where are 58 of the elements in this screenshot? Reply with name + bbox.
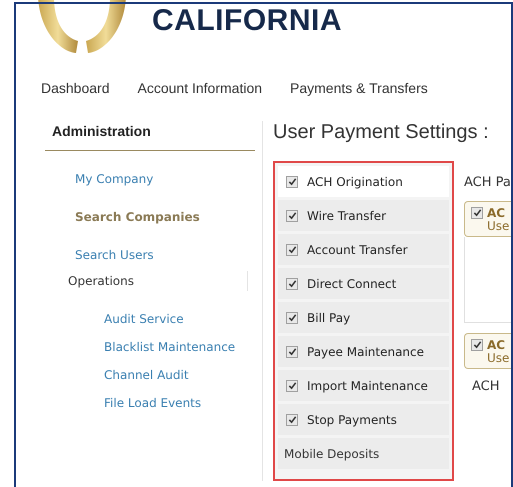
brand-name: CALIFORNIA (152, 2, 342, 38)
payment-type-label: Account Transfer (307, 242, 408, 258)
sidebar-item[interactable]: Blacklist Maintenance (104, 337, 254, 357)
sidebar-item[interactable]: Operations (68, 271, 248, 291)
payment-type-row[interactable]: Stop Payments (278, 404, 449, 435)
card-title: AC (487, 206, 506, 220)
sidebar-title: Administration (45, 121, 255, 151)
checkmark-icon (288, 381, 296, 390)
payment-type-row[interactable]: Import Maintenance (278, 370, 449, 401)
card-title: AC (487, 338, 506, 352)
page-title: User Payment Settings : (273, 120, 490, 145)
payment-type-label: Direct Connect (307, 276, 396, 292)
checkbox[interactable] (286, 176, 298, 188)
checkmark-icon (472, 340, 482, 349)
payment-type-label: Import Maintenance (307, 378, 428, 394)
payment-type-label: Payee Maintenance (307, 344, 424, 360)
sidebar-item[interactable]: Channel Audit (104, 365, 254, 385)
payment-type-row[interactable]: Wire Transfer (278, 200, 449, 231)
section-heading: Mobile Deposits (278, 438, 449, 469)
sidebar-item[interactable]: Search Users (75, 245, 225, 265)
checkmark-icon (288, 415, 296, 424)
sidebar-item[interactable]: Audit Service (104, 309, 254, 329)
nav-link[interactable]: Dashboard (41, 78, 110, 99)
sidebar-item[interactable]: File Load Events (104, 393, 254, 413)
card-subtitle: Use (487, 220, 510, 232)
checkbox[interactable] (286, 346, 298, 358)
checkmark-icon (288, 313, 296, 322)
payment-type-label: ACH Origination (307, 174, 403, 190)
nav-link[interactable]: Account Information (138, 78, 262, 99)
checkmark-icon (288, 245, 296, 254)
payment-type-label: Wire Transfer (307, 208, 386, 224)
payment-type-row[interactable]: Account Transfer (278, 234, 449, 265)
checkbox[interactable] (286, 414, 298, 426)
checkmark-icon (288, 177, 296, 186)
sidebar-item[interactable]: My Company (75, 169, 225, 189)
checkbox[interactable] (286, 278, 298, 290)
checkbox[interactable] (286, 380, 298, 392)
detail-text: ACH (472, 378, 501, 396)
card-subtitle: Use (487, 352, 510, 364)
payment-type-row[interactable]: Bill Pay (278, 302, 449, 333)
logo-icon (36, 0, 128, 55)
payment-type-row[interactable]: Payee Maintenance (278, 336, 449, 367)
checkbox[interactable] (286, 312, 298, 324)
payment-type-row[interactable]: ACH Origination (278, 166, 449, 197)
checkbox[interactable] (286, 244, 298, 256)
checkbox[interactable] (286, 210, 298, 222)
payment-type-label: Bill Pay (307, 310, 350, 326)
checkmark-icon (288, 347, 296, 356)
section-heading: ACH Pa (464, 174, 512, 192)
nav-link[interactable]: Payments & Transfers (290, 78, 428, 99)
checkmark-icon (472, 208, 482, 217)
payment-type-row[interactable]: Direct Connect (278, 268, 449, 299)
checkmark-icon (288, 279, 296, 288)
sidebar-item[interactable]: Search Companies (75, 207, 225, 227)
payment-type-label: Stop Payments (307, 412, 397, 428)
checkbox[interactable] (471, 338, 483, 350)
checkmark-icon (288, 211, 296, 220)
checkbox[interactable] (471, 206, 483, 218)
